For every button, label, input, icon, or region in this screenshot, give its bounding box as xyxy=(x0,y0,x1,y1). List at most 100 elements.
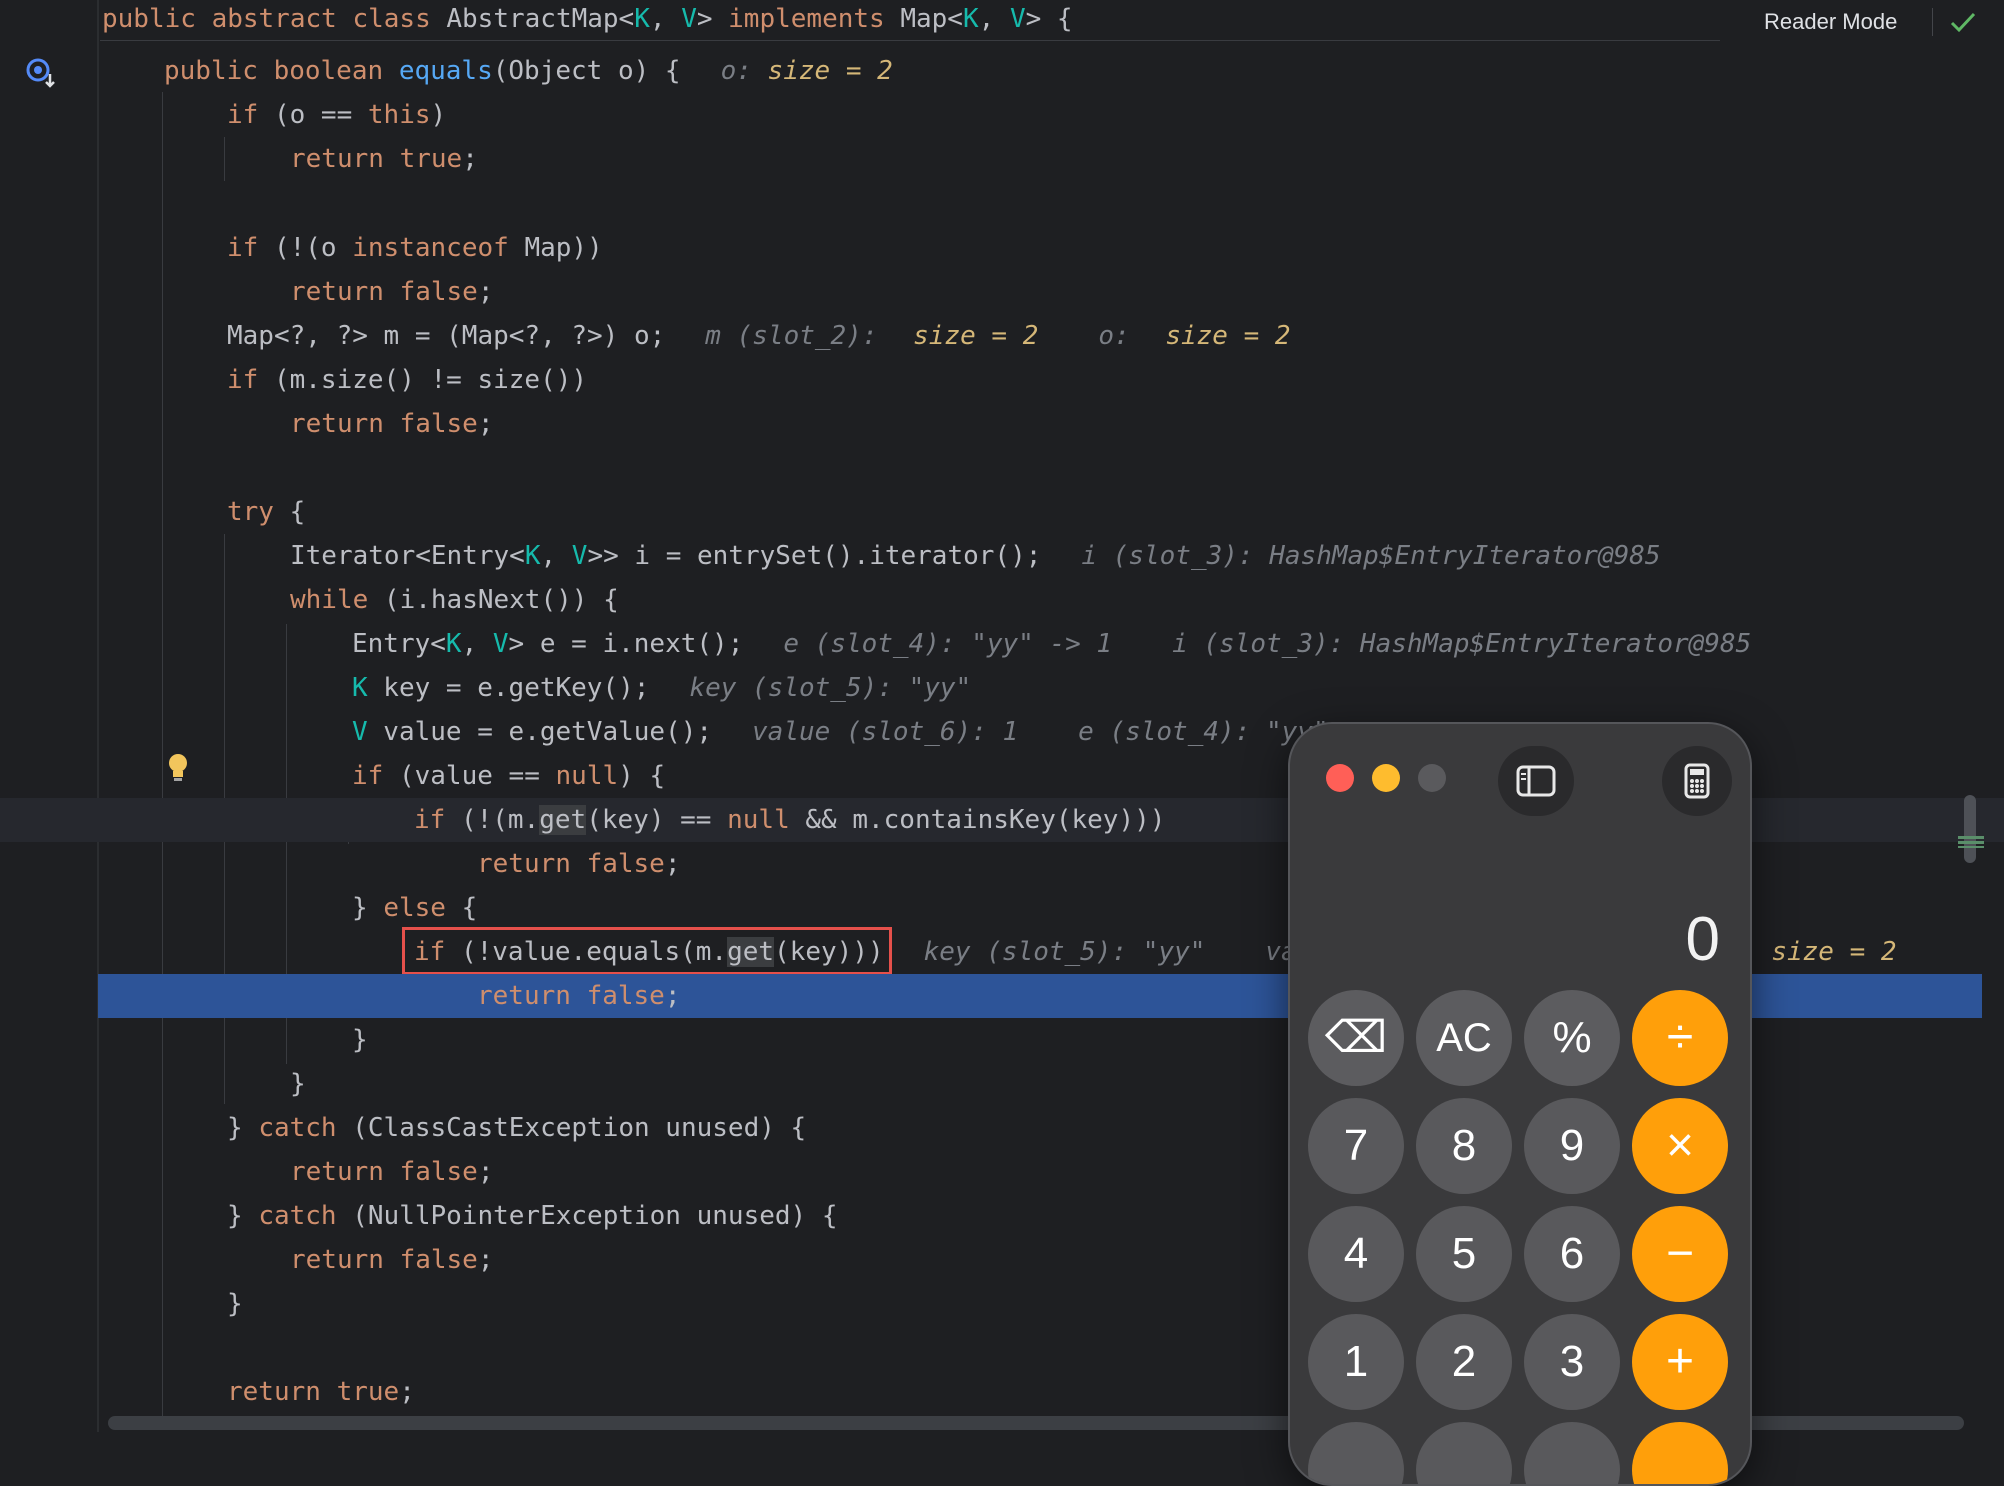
code-text: ; xyxy=(664,849,681,879)
close-button[interactable] xyxy=(1326,764,1354,792)
calculator-display: 0 xyxy=(1685,905,1720,974)
type-param: K xyxy=(634,4,650,34)
type-param: K xyxy=(445,629,462,659)
plus-key[interactable]: + xyxy=(1632,1314,1728,1410)
inline-debug-hint: e (slot_4): "yy" xyxy=(1078,717,1329,747)
interface-name: Map< xyxy=(900,4,963,34)
keyword: if xyxy=(414,805,461,835)
code-text: > e = i.next(); xyxy=(508,629,744,659)
keyword: try xyxy=(227,497,290,527)
code-line: return false; xyxy=(477,842,681,886)
inline-debug-hint: o: size = 2 xyxy=(721,56,893,86)
code-text: key = e.getKey(); xyxy=(367,673,650,703)
inline-debug-hint: e (slot_4): "yy" -> 1 xyxy=(783,629,1113,659)
inline-debug-hint: i (slot_3): HashMap$EntryIterator@985 xyxy=(1081,541,1661,571)
minimize-button[interactable] xyxy=(1372,764,1400,792)
inline-debug-hint: m (slot_2): size = 2 o: size = 2 xyxy=(705,321,1290,351)
code-line: Map<?, ?> m = (Map<?, ?>) o; m (slot_2): … xyxy=(227,314,1291,358)
calculator-mode-button[interactable] xyxy=(1662,746,1732,816)
code-text: { xyxy=(461,893,478,923)
code-text: (ClassCastException unused) { xyxy=(352,1113,807,1143)
code-text: (o == xyxy=(273,100,368,130)
code-text: Entry< xyxy=(352,629,446,659)
highlighted-usage: get xyxy=(539,805,587,835)
code-line: return false; xyxy=(290,270,494,314)
keyword: if xyxy=(227,365,274,395)
multiply-key[interactable]: × xyxy=(1632,1098,1728,1194)
code-text: (key) == xyxy=(586,805,728,835)
inline-debug-hint: key (slot_5): "yy" xyxy=(923,937,1206,967)
code-text: (!(o xyxy=(273,233,353,263)
calculator-window[interactable]: 0 ⌫ AC % ÷ 7 8 9 × 4 5 6 − 1 2 3 + xyxy=(1288,722,1752,1486)
code-text: ; xyxy=(477,409,494,439)
hint-value: size = 2 xyxy=(1165,321,1291,351)
code-line: } else { xyxy=(352,886,477,930)
code-text: ; xyxy=(664,981,681,1011)
code-text: , xyxy=(461,629,493,659)
digit-8-key[interactable]: 8 xyxy=(1416,1098,1512,1194)
code-line: } xyxy=(352,1018,368,1062)
type-param: V xyxy=(352,717,368,747)
code-text: > xyxy=(696,4,729,34)
code-line-equals: public boolean equals(Object o) {o: size… xyxy=(164,49,893,93)
type-param: K xyxy=(962,4,979,34)
reader-mode-toggle[interactable]: Reader Mode xyxy=(1740,0,2004,44)
highlight-box xyxy=(402,927,892,975)
code-text: ; xyxy=(462,144,478,174)
keyword: return true xyxy=(290,144,463,174)
code-line: V value = e.getValue(); value (slot_6): 1… xyxy=(352,710,1329,754)
code-text: && m.containsKey(key))) xyxy=(789,805,1166,835)
code-line: if (value == null) { xyxy=(352,754,665,798)
backspace-key[interactable]: ⌫ xyxy=(1308,990,1404,1086)
keyword: if xyxy=(227,100,274,130)
keyword: null xyxy=(727,805,790,835)
digit-9-key[interactable]: 9 xyxy=(1524,1098,1620,1194)
digit-7-key[interactable]: 7 xyxy=(1308,1098,1404,1194)
keyword: if xyxy=(227,233,274,263)
code-text: (!(m. xyxy=(460,805,540,835)
code-text: Map)) xyxy=(524,233,603,263)
keyword: return true xyxy=(227,1377,400,1407)
calculator-icon xyxy=(1684,763,1710,799)
keyword: public abstract class xyxy=(102,4,447,34)
type-param: V xyxy=(681,4,697,34)
code-line: return false; xyxy=(290,1238,494,1282)
digit-4-key[interactable]: 4 xyxy=(1308,1206,1404,1302)
code-line: if (o == this) xyxy=(227,93,446,137)
code-text: > { xyxy=(1025,4,1073,34)
code-text: , xyxy=(649,4,682,34)
code-line: return true; xyxy=(227,1370,415,1414)
reader-mode-label[interactable]: Reader Mode xyxy=(1764,9,1897,35)
code-text: Iterator<Entry< xyxy=(290,541,525,571)
digit-6-key[interactable]: 6 xyxy=(1524,1206,1620,1302)
divide-key[interactable]: ÷ xyxy=(1632,990,1728,1086)
zoom-button[interactable] xyxy=(1418,764,1446,792)
all-clear-key[interactable]: AC xyxy=(1416,990,1512,1086)
code-text: , xyxy=(540,541,572,571)
keyword: return false xyxy=(290,277,478,307)
code-line-hint-tail: : size = 2 xyxy=(1730,930,1897,974)
hint-label: m (slot_2): xyxy=(705,321,894,351)
vertical-scrollbar-thumb[interactable] xyxy=(1964,795,1976,863)
class-name: AbstractMap< xyxy=(446,4,635,34)
digit-1-key[interactable]: 1 xyxy=(1308,1314,1404,1410)
keyword: return false xyxy=(477,849,665,879)
keyword: return false xyxy=(477,981,665,1011)
digit-3-key[interactable]: 3 xyxy=(1524,1314,1620,1410)
code-line: try { xyxy=(227,490,305,534)
digit-2-key[interactable]: 2 xyxy=(1416,1314,1512,1410)
inline-debug-hint: key (slot_5): "yy" xyxy=(689,673,972,703)
type-param: K xyxy=(352,673,368,703)
code-text: >> i = entrySet().iterator(); xyxy=(587,541,1042,571)
code-text: (Object o) { xyxy=(492,56,681,86)
sidebar-toggle-button[interactable] xyxy=(1498,746,1574,816)
code-text: } xyxy=(227,1201,259,1231)
inline-debug-hint: i (slot_3): HashMap$EntryIterator@985 xyxy=(1172,629,1752,659)
percent-key[interactable]: % xyxy=(1524,990,1620,1086)
keyword: instanceof xyxy=(352,233,525,263)
minus-key[interactable]: − xyxy=(1632,1206,1728,1302)
check-icon[interactable] xyxy=(1948,8,1978,36)
type-param: V xyxy=(1009,4,1026,34)
digit-5-key[interactable]: 5 xyxy=(1416,1206,1512,1302)
hint-label: o: xyxy=(720,56,768,86)
